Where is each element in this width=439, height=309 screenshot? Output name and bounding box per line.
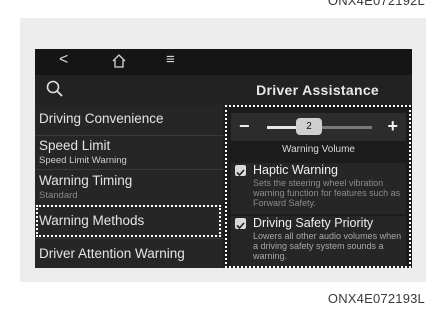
menu-item-label: Warning Methods (39, 213, 145, 228)
figure-code-bottom: ONX4E072193L (327, 291, 425, 306)
volume-value-badge: 2 (296, 118, 322, 135)
page-title: Driver Assistance (256, 82, 379, 98)
settings-menu-list: Driving Convenience Speed Limit Speed Li… (35, 105, 223, 268)
checkbox-driving-safety-priority[interactable] (235, 218, 246, 230)
menu-item-sublabel: Speed Limit Warning (39, 155, 127, 166)
menu-item-warning-methods[interactable]: Warning Methods (35, 206, 223, 239)
search-icon[interactable] (45, 79, 65, 99)
warning-volume-label: Warning Volume (282, 144, 355, 155)
menu-item-sublabel: Standard (39, 190, 78, 201)
warning-volume-control: − 2 + (231, 113, 406, 141)
menu-item-label: Driver Attention Warning (39, 246, 185, 261)
menu-item-driving-convenience[interactable]: Driving Convenience (35, 105, 223, 136)
option-title: Haptic Warning (253, 163, 338, 177)
top-nav-bar: < ≡ (35, 49, 412, 75)
warning-methods-panel: − 2 + Warning Volume Haptic Warning Sets… (225, 105, 412, 268)
volume-plus-button[interactable]: + (387, 116, 398, 137)
title-bar: Driver Assistance (35, 75, 412, 105)
checkbox-haptic-warning[interactable] (235, 165, 246, 177)
checkmark-icon (236, 222, 245, 230)
home-icon[interactable] (111, 53, 127, 69)
menu-item-label: Speed Limit (39, 138, 111, 153)
menu-item-label: Warning Timing (39, 173, 133, 188)
option-driving-safety-priority[interactable]: Driving Safety Priority Lowers all other… (231, 216, 406, 266)
option-title: Driving Safety Priority (253, 216, 374, 230)
volume-minus-button[interactable]: − (239, 116, 250, 137)
back-icon[interactable]: < (59, 51, 68, 69)
menu-item-speed-limit[interactable]: Speed Limit Speed Limit Warning (35, 136, 223, 170)
option-description: Sets the steering wheel vibration warnin… (253, 178, 401, 208)
option-description: Lowers all other audio volumes when a dr… (253, 231, 402, 261)
menu-item-label: Driving Convenience (39, 111, 164, 126)
option-haptic-warning[interactable]: Haptic Warning Sets the steering wheel v… (231, 163, 406, 214)
menu-item-driver-attention-warning[interactable]: Driver Attention Warning (35, 239, 223, 268)
infotainment-screen: < ≡ Driver Assistance Driving Convenienc… (35, 49, 412, 268)
checkmark-icon (236, 169, 245, 177)
menu-icon[interactable]: ≡ (166, 51, 175, 68)
menu-item-warning-timing[interactable]: Warning Timing Standard (35, 170, 223, 206)
figure-code-top: ONX4E072192L (327, 0, 425, 8)
